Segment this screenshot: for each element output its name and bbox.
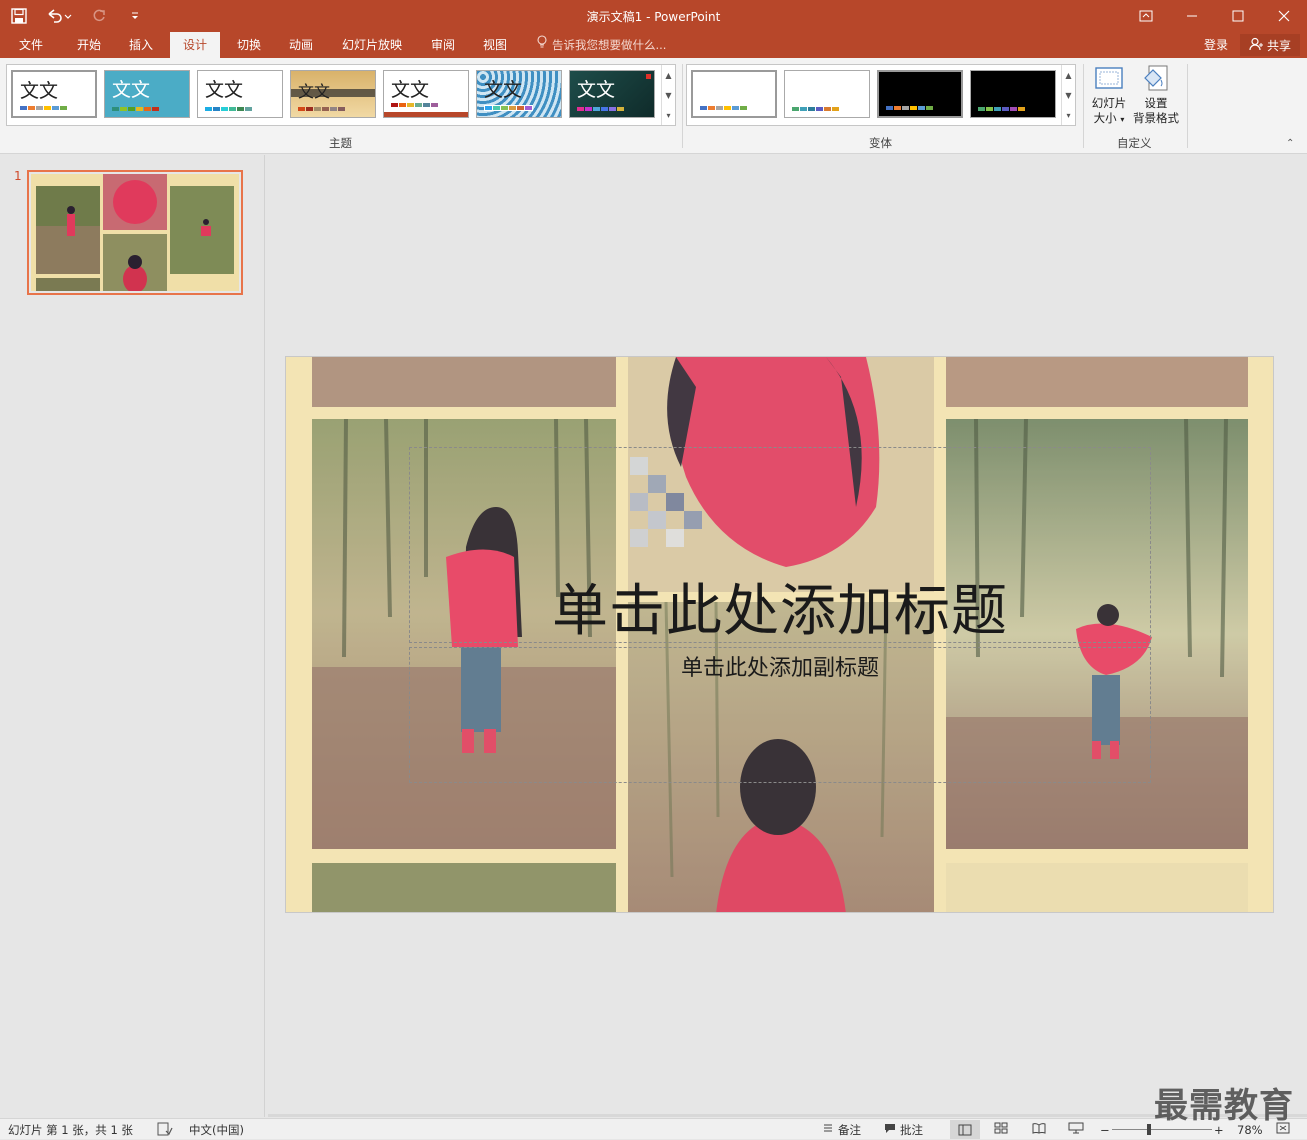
tab-slideshow[interactable]: 幻灯片放映	[334, 32, 410, 58]
tab-file[interactable]: 文件	[8, 32, 54, 58]
chevron-down-icon: ▾	[1120, 115, 1125, 124]
tab-transitions[interactable]: 切换	[226, 32, 272, 58]
slide-thumbnail[interactable]	[27, 170, 243, 295]
slideshow-view-icon[interactable]	[1068, 1122, 1084, 1138]
notes-label: 备注	[838, 1123, 861, 1137]
variant-1[interactable]	[691, 70, 777, 118]
reading-view-icon[interactable]	[1032, 1122, 1046, 1138]
theme-dark-teal[interactable]: 文文	[569, 70, 655, 118]
group-separator	[1083, 64, 1084, 148]
language-status[interactable]: 中文(中国)	[189, 1122, 244, 1138]
editor-scrollbar[interactable]	[268, 1114, 1307, 1117]
share-button[interactable]: 共享	[1240, 34, 1300, 56]
scroll-down-icon[interactable]: ▼	[1062, 85, 1075, 105]
scroll-down-icon[interactable]: ▼	[662, 85, 675, 105]
slide-size-label-line2: 大小	[1093, 111, 1117, 125]
login-link[interactable]: 登录	[1204, 32, 1228, 58]
tab-insert[interactable]: 插入	[118, 32, 164, 58]
zoom-out-icon[interactable]: −	[1100, 1122, 1110, 1138]
variants-gallery-scroll: ▲ ▼ ▾	[1061, 65, 1075, 125]
slide-thumbnail-image	[31, 174, 239, 291]
subtitle-placeholder-text[interactable]: 单击此处添加副标题	[409, 650, 1151, 682]
maximize-icon[interactable]	[1215, 0, 1261, 32]
slide-size-label-line1: 幻灯片	[1091, 96, 1127, 110]
title-bar: 演示文稿1 - PowerPoint	[0, 0, 1307, 32]
theme-sample-text: 文文	[20, 80, 59, 102]
status-bar: 幻灯片 第 1 张，共 1 张 中文(中国) 备注 批注 − + 78%	[0, 1118, 1307, 1139]
themes-gallery-scroll: ▲ ▼ ▾	[661, 65, 675, 125]
person-icon	[1249, 37, 1263, 54]
zoom-slider-track[interactable]	[1112, 1129, 1212, 1130]
theme-sample-text: 文文	[112, 79, 151, 101]
ribbon-tab-bar: 文件 开始 插入 设计 切换 动画 幻灯片放映 审阅 视图 告诉我您想要做什么.…	[0, 32, 1307, 58]
title-placeholder-text[interactable]: 单击此处添加标题	[409, 566, 1151, 647]
group-separator	[682, 64, 683, 148]
format-background-icon	[1139, 64, 1173, 94]
gallery-more-icon[interactable]: ▾	[1062, 105, 1075, 125]
scroll-up-icon[interactable]: ▲	[662, 65, 675, 85]
comments-button[interactable]: 批注	[884, 1122, 923, 1138]
themes-gallery: 文文 文文 文文 文文 文文 文文 文文 ▲ ▼ ▾	[6, 64, 676, 126]
minimize-icon[interactable]	[1169, 0, 1215, 32]
theme-sample-text: 文文	[391, 79, 430, 101]
ribbon-display-options-icon[interactable]	[1123, 0, 1169, 32]
slide-thumbnail-pane: 1	[0, 155, 265, 1117]
variant-2[interactable]	[784, 70, 870, 118]
design-ribbon: 文文 文文 文文 文文 文文 文文 文文 ▲ ▼ ▾ 主题 ▲ ▼ ▾ 变体 幻…	[0, 58, 1307, 154]
theme-sample-text: 文文	[484, 79, 523, 101]
share-label: 共享	[1266, 38, 1291, 53]
format-background-label-line2: 背景格式	[1133, 111, 1179, 125]
theme-facet[interactable]: 文文	[104, 70, 190, 118]
normal-view-icon[interactable]	[950, 1120, 980, 1139]
theme-sample-text: 文文	[205, 79, 244, 101]
tab-home[interactable]: 开始	[66, 32, 112, 58]
theme-ion-boardroom[interactable]: 文文	[383, 70, 469, 118]
format-background-button[interactable]: 设置 背景格式	[1132, 64, 1180, 126]
theme-integral[interactable]: 文文	[197, 70, 283, 118]
slide-count-status: 幻灯片 第 1 张，共 1 张	[8, 1123, 133, 1137]
lightbulb-icon	[536, 32, 548, 58]
tab-animations[interactable]: 动画	[278, 32, 324, 58]
theme-sample-text: 文文	[298, 82, 331, 101]
watermark: 最需教育	[1154, 1086, 1294, 1126]
variant-3[interactable]	[877, 70, 963, 118]
tell-me-placeholder: 告诉我您想要做什么...	[552, 38, 667, 52]
comments-label: 批注	[900, 1123, 923, 1137]
tab-review[interactable]: 审阅	[420, 32, 466, 58]
slide-size-icon	[1092, 64, 1126, 94]
group-separator	[1187, 64, 1188, 148]
themes-group-label: 主题	[329, 136, 352, 150]
gallery-more-icon[interactable]: ▾	[662, 105, 675, 125]
notes-button[interactable]: 备注	[822, 1122, 861, 1138]
slide-number: 1	[14, 169, 22, 183]
theme-pattern[interactable]: 文文	[476, 70, 562, 118]
theme-wood-type[interactable]: 文文	[290, 70, 376, 118]
variants-group-label: 变体	[869, 136, 892, 150]
slide-size-button[interactable]: 幻灯片 大小 ▾	[1086, 64, 1132, 127]
scroll-up-icon[interactable]: ▲	[1062, 65, 1075, 85]
window-title: 演示文稿1 - PowerPoint	[586, 10, 721, 24]
close-icon[interactable]	[1261, 0, 1307, 32]
spell-check-icon[interactable]	[157, 1122, 173, 1138]
slide-sorter-icon[interactable]	[994, 1122, 1008, 1138]
tell-me-box[interactable]: 告诉我您想要做什么...	[536, 32, 666, 58]
customize-group-label: 自定义	[1117, 136, 1152, 150]
notes-icon	[822, 1122, 834, 1138]
theme-office[interactable]: 文文	[11, 70, 97, 118]
tab-design[interactable]: 设计	[170, 32, 220, 58]
tab-view[interactable]: 视图	[472, 32, 518, 58]
theme-sample-text: 文文	[577, 79, 616, 101]
format-background-label-line1: 设置	[1144, 96, 1168, 110]
comment-icon	[884, 1122, 896, 1138]
collapse-ribbon-icon[interactable]: ⌃	[1286, 138, 1294, 149]
variant-4[interactable]	[970, 70, 1056, 118]
window-controls	[1123, 0, 1307, 32]
zoom-slider-thumb[interactable]	[1147, 1124, 1151, 1135]
variants-gallery: ▲ ▼ ▾	[686, 64, 1076, 126]
